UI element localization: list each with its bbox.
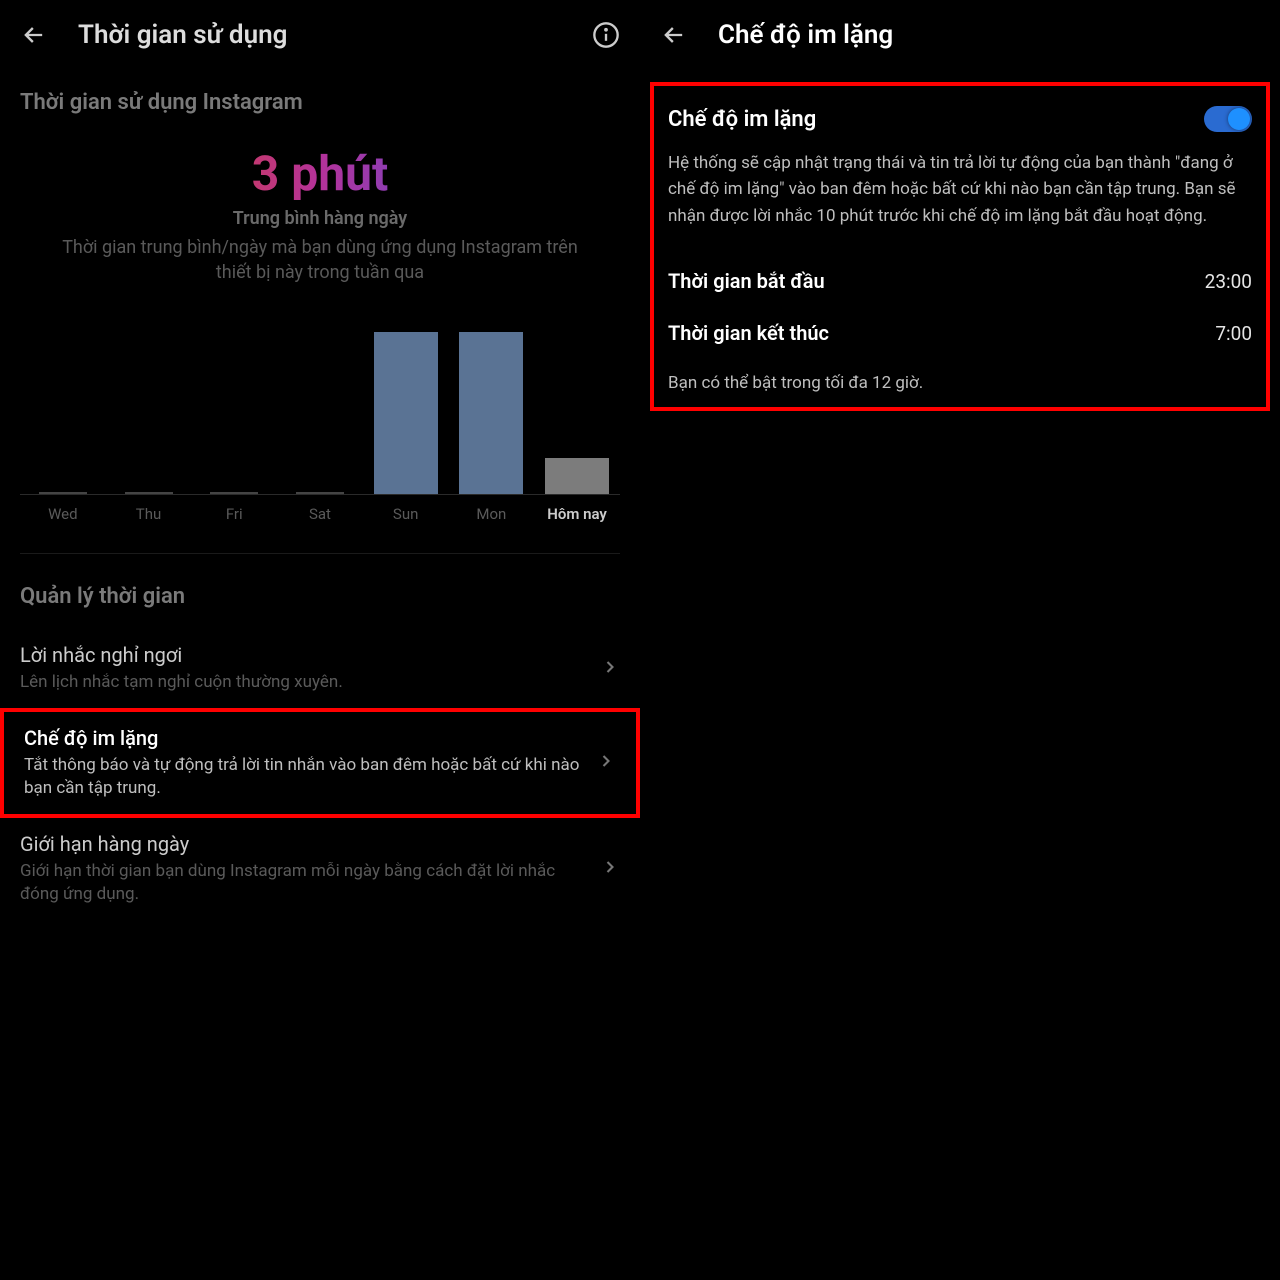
back-button[interactable] (660, 21, 688, 49)
chart-day-label: Fri (202, 505, 266, 523)
max-duration-note: Bạn có thể bật trong tối đa 12 giờ. (668, 373, 1252, 393)
chart-day-label: Hôm nay (545, 505, 609, 523)
start-time-row[interactable]: Thời gian bắt đầu 23:00 (668, 255, 1252, 307)
quiet-mode-toggle-label: Chế độ im lặng (668, 107, 816, 132)
chart-day-label: Mon (459, 505, 523, 523)
average-label: Trung bình hàng ngày (0, 208, 640, 229)
end-time-row[interactable]: Thời gian kết thúc 7:00 (668, 307, 1252, 359)
chart-day-label: Wed (31, 505, 95, 523)
chevron-right-icon (596, 751, 616, 775)
page-title: Thời gian sử dụng (78, 20, 562, 50)
chevron-right-icon (600, 857, 620, 881)
right-header: Chế độ im lặng (640, 0, 1280, 70)
back-button[interactable] (20, 21, 48, 49)
page-title: Chế độ im lặng (718, 20, 893, 50)
chart-bar[interactable] (31, 492, 95, 494)
screen-time-panel: Thời gian sử dụng Thời gian sử dụng Inst… (0, 0, 640, 1280)
quiet-mode-settings-box: Chế độ im lặng Hệ thống sẽ cập nhật trạn… (650, 82, 1270, 411)
info-icon[interactable] (592, 21, 620, 49)
quiet-mode-description: Hệ thống sẽ cập nhật trạng thái và tin t… (668, 150, 1252, 229)
chart-day-label: Thu (117, 505, 181, 523)
break-reminder-title: Lời nhắc nghỉ ngơi (20, 643, 588, 667)
start-time-label: Thời gian bắt đầu (668, 269, 825, 293)
chart-bar[interactable] (545, 458, 609, 494)
quiet-mode-title: Chế độ im lặng (24, 726, 584, 750)
screen-time-section-title: Thời gian sử dụng Instagram (0, 70, 640, 125)
chart-bar[interactable] (374, 332, 438, 494)
chart-bar[interactable] (288, 492, 352, 494)
toggle-knob (1228, 108, 1250, 130)
quiet-mode-panel: Chế độ im lặng Chế độ im lặng Hệ thống s… (640, 0, 1280, 1280)
end-time-label: Thời gian kết thúc (668, 321, 829, 345)
end-time-value: 7:00 (1215, 322, 1252, 345)
manage-time-title: Quản lý thời gian (0, 554, 640, 629)
chart-bar[interactable] (459, 332, 523, 494)
daily-limit-title: Giới hạn hàng ngày (20, 832, 588, 856)
chart-day-label: Sat (288, 505, 352, 523)
start-time-value: 23:00 (1205, 270, 1252, 293)
break-reminder-item[interactable]: Lời nhắc nghỉ ngơi Lên lịch nhắc tạm ngh… (0, 629, 640, 708)
average-description: Thời gian trung bình/ngày mà bạn dùng ứn… (0, 229, 640, 285)
usage-chart: Wed Thu Fri Sat Sun Mon Hôm nay (20, 315, 620, 554)
quiet-mode-item[interactable]: Chế độ im lặng Tắt thông báo và tự động … (0, 708, 640, 818)
chart-bar[interactable] (117, 492, 181, 494)
average-time-value: 3 phút (0, 145, 640, 202)
daily-limit-item[interactable]: Giới hạn hàng ngày Giới hạn thời gian bạ… (0, 818, 640, 920)
quiet-mode-toggle[interactable] (1204, 106, 1252, 132)
chevron-right-icon (600, 657, 620, 681)
daily-limit-sub: Giới hạn thời gian bạn dùng Instagram mỗ… (20, 860, 588, 906)
left-header: Thời gian sử dụng (0, 0, 640, 70)
quiet-mode-sub: Tắt thông báo và tự động trả lời tin nhắ… (24, 754, 584, 800)
quiet-mode-toggle-row: Chế độ im lặng (668, 106, 1252, 132)
chart-day-label: Sun (374, 505, 438, 523)
chart-bar[interactable] (202, 492, 266, 494)
break-reminder-sub: Lên lịch nhắc tạm nghỉ cuộn thường xuyên… (20, 671, 588, 694)
